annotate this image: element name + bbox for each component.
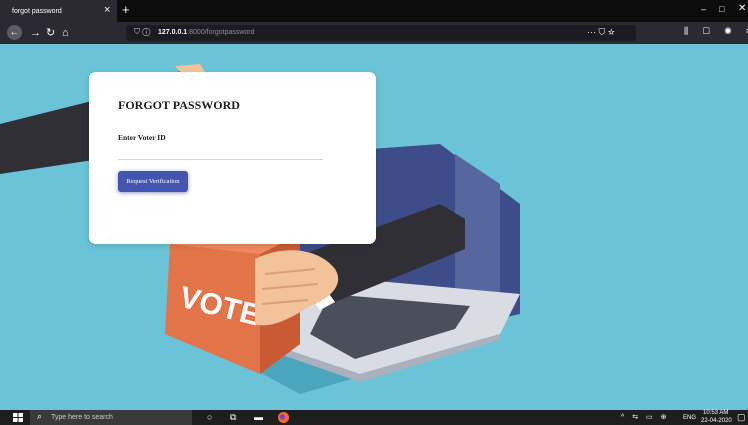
- home-icon[interactable]: ⌂: [62, 26, 69, 40]
- search-icon: ⌕: [37, 411, 43, 421]
- voter-id-label: Enter Voter ID: [118, 133, 166, 142]
- new-tab-icon[interactable]: +: [122, 2, 130, 17]
- url-host: 127.0.0.1: [158, 29, 188, 36]
- search-placeholder: Type here to search: [51, 414, 113, 421]
- browser-tab-bar: forgot password × + – □ ✕: [0, 0, 748, 22]
- page-content: VOTE FORGOT PASSWORD Enter Voter ID Requ…: [0, 44, 748, 410]
- clock-time[interactable]: 10:53 AM: [703, 410, 728, 416]
- page-title: FORGOT PASSWORD: [118, 98, 240, 112]
- file-explorer-icon[interactable]: ▬: [254, 412, 263, 423]
- close-tab-icon[interactable]: ×: [104, 4, 110, 16]
- site-info-icon[interactable]: ⛉ ⓘ: [134, 27, 150, 37]
- windows-taskbar: ⌕ Type here to search ○ ⧉ ▬ ^ ⇆ ▭ ⊕ ENG …: [0, 410, 748, 425]
- address-bar[interactable]: ⛉ ⓘ 127.0.0.1:8000/forgotpassword ··· ⛉ …: [126, 25, 636, 41]
- request-verification-button[interactable]: Request Verification: [118, 171, 188, 192]
- browser-tab[interactable]: forgot password ×: [0, 0, 117, 22]
- reload-icon[interactable]: ↻: [46, 26, 55, 40]
- forward-icon[interactable]: →: [30, 26, 41, 40]
- voter-id-input[interactable]: [118, 145, 323, 160]
- system-tray-icons[interactable]: ^ ⇆ ▭ ⊕: [621, 413, 669, 421]
- minimize-icon[interactable]: –: [701, 4, 706, 14]
- url-text[interactable]: 127.0.0.1:8000/forgotpassword: [158, 29, 255, 36]
- task-view-icon[interactable]: ⧉: [230, 412, 236, 423]
- taskbar-search-box[interactable]: ⌕ Type here to search: [30, 410, 192, 425]
- tab-title: forgot password: [12, 8, 62, 15]
- library-icon[interactable]: ⫼ ▢ ◉ ≡: [684, 26, 748, 37]
- back-icon[interactable]: ←: [7, 25, 22, 40]
- firefox-icon[interactable]: [278, 412, 289, 423]
- page-actions-icon[interactable]: ··· ⛉ ☆: [587, 27, 615, 38]
- forgot-password-card: FORGOT PASSWORD Enter Voter ID Request V…: [89, 72, 376, 244]
- clock-date[interactable]: 22-04-2020: [701, 418, 732, 424]
- windows-start-icon[interactable]: [13, 413, 23, 422]
- cortana-icon[interactable]: ○: [207, 412, 212, 423]
- maximize-icon[interactable]: □: [719, 4, 724, 14]
- close-window-icon[interactable]: ✕: [738, 3, 746, 14]
- language-indicator[interactable]: ENG: [683, 415, 696, 421]
- url-path: :8000/forgotpassword: [187, 29, 255, 36]
- navigation-toolbar: ← → ↻ ⌂ ⛉ ⓘ 127.0.0.1:8000/forgotpasswor…: [0, 22, 748, 44]
- notifications-icon[interactable]: ▢: [737, 412, 746, 423]
